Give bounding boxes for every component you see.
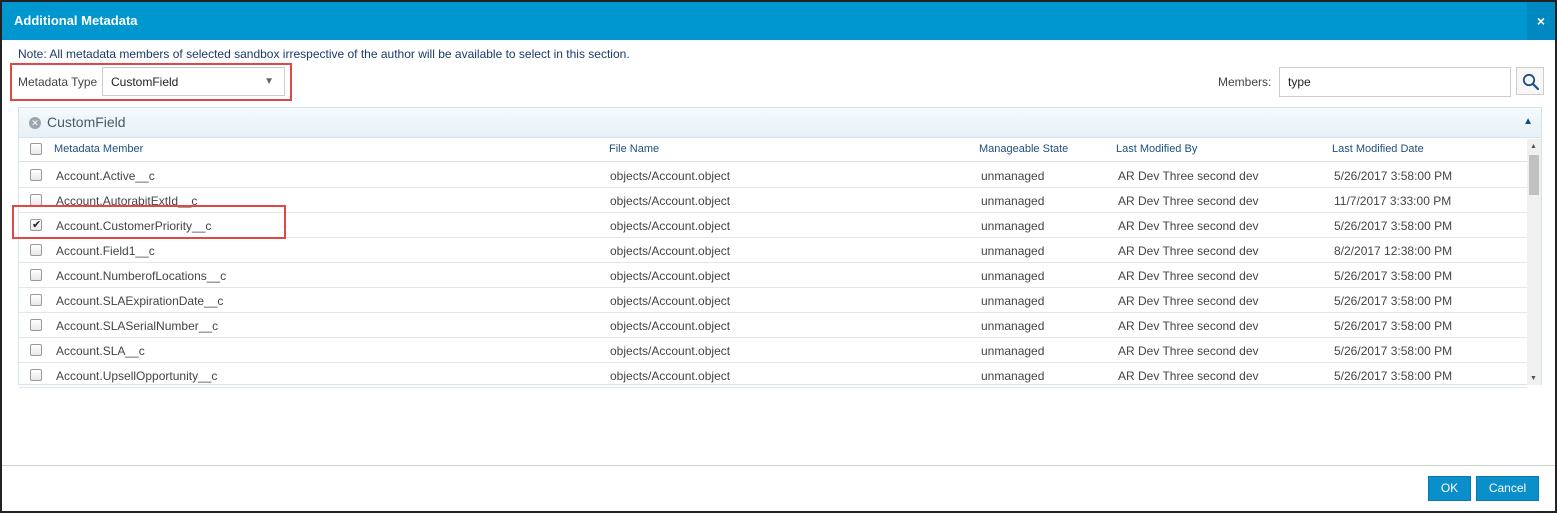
panel-title: CustomField bbox=[47, 114, 126, 130]
cell-metadata-member: Account.Active__c bbox=[56, 169, 155, 183]
column-header-last-modified-by[interactable]: Last Modified By bbox=[1116, 143, 1197, 155]
table-row[interactable]: Account.SLASerialNumber__c objects/Accoun… bbox=[19, 313, 1527, 338]
cell-manageable-state: unmanaged bbox=[981, 294, 1045, 308]
table-row[interactable]: Account.NumberofLocations__c objects/Acco… bbox=[19, 263, 1527, 288]
cell-manageable-state: unmanaged bbox=[981, 169, 1045, 183]
cell-last-modified-date: 5/26/2017 3:58:00 PM bbox=[1334, 269, 1453, 283]
cancel-button[interactable]: Cancel bbox=[1476, 476, 1539, 501]
scroll-down-icon[interactable]: ▼ bbox=[1530, 375, 1537, 382]
table-row[interactable]: Account.SLA__c objects/Account.object unma… bbox=[19, 338, 1527, 363]
row-checkbox[interactable] bbox=[30, 294, 42, 306]
cell-last-modified-by: AR Dev Three second dev bbox=[1118, 294, 1259, 308]
column-header-manageable-state[interactable]: Manageable State bbox=[979, 143, 1068, 155]
cell-last-modified-date: 5/26/2017 3:58:00 PM bbox=[1334, 169, 1453, 183]
collapse-up-icon[interactable]: ▲ bbox=[1523, 116, 1533, 127]
cell-last-modified-by: AR Dev Three second dev bbox=[1118, 194, 1259, 208]
cell-last-modified-date: 8/2/2017 12:38:00 PM bbox=[1334, 244, 1453, 258]
cell-metadata-member: Account.SLA__c bbox=[56, 344, 145, 358]
cell-last-modified-by: AR Dev Three second dev bbox=[1118, 369, 1259, 383]
metadata-type-label: Metadata Type bbox=[18, 75, 98, 89]
cell-file-name: objects/Account.object bbox=[610, 294, 731, 308]
note-text: Note: All metadata members of selected s… bbox=[18, 47, 630, 61]
customfield-panel: ✕ CustomField ▲ Metadata Member File Nam… bbox=[18, 107, 1542, 388]
additional-metadata-dialog: Additional Metadata × Note: All metadata… bbox=[0, 0, 1557, 513]
cell-metadata-member: Account.UpsellOpportunity__c bbox=[56, 369, 218, 383]
column-header-file-name[interactable]: File Name bbox=[609, 143, 659, 155]
cell-manageable-state: unmanaged bbox=[981, 369, 1045, 383]
cell-manageable-state: unmanaged bbox=[981, 319, 1045, 333]
select-all-checkbox[interactable] bbox=[30, 143, 42, 155]
table-row[interactable]: Account.Field1__c objects/Account.object u… bbox=[19, 238, 1527, 263]
cell-last-modified-by: AR Dev Three second dev bbox=[1118, 244, 1259, 258]
cell-metadata-member: Account.SLAExpirationDate__c bbox=[56, 294, 224, 308]
cell-file-name: objects/Account.object bbox=[610, 269, 731, 283]
cell-file-name: objects/Account.object bbox=[610, 369, 731, 383]
cell-metadata-member: Account.NumberofLocations__c bbox=[56, 269, 227, 283]
table-row[interactable]: Account.SLAExpirationDate__c objects/Acco… bbox=[19, 288, 1527, 313]
metadata-type-value: CustomField bbox=[111, 75, 179, 89]
search-button[interactable] bbox=[1516, 67, 1544, 95]
row-checkbox[interactable] bbox=[30, 319, 42, 331]
vertical-scrollbar[interactable]: ▲ ▼ bbox=[1527, 139, 1541, 385]
members-label: Members: bbox=[1218, 75, 1272, 89]
column-header-last-modified-date[interactable]: Last Modified Date bbox=[1332, 143, 1424, 155]
cell-last-modified-by: AR Dev Three second dev bbox=[1118, 269, 1259, 283]
cell-last-modified-date: 5/26/2017 3:58:00 PM bbox=[1334, 294, 1453, 308]
cell-manageable-state: unmanaged bbox=[981, 219, 1045, 233]
dialog-title: Additional Metadata bbox=[14, 13, 138, 28]
row-checkbox[interactable] bbox=[30, 369, 42, 381]
cell-file-name: objects/Account.object bbox=[610, 194, 731, 208]
cell-manageable-state: unmanaged bbox=[981, 194, 1045, 208]
cell-last-modified-date: 5/26/2017 3:58:00 PM bbox=[1334, 219, 1453, 233]
cell-last-modified-date: 5/26/2017 3:58:00 PM bbox=[1334, 344, 1453, 358]
cell-last-modified-by: AR Dev Three second dev bbox=[1118, 169, 1259, 183]
scroll-up-icon[interactable]: ▲ bbox=[1530, 143, 1537, 150]
cell-file-name: objects/Account.object bbox=[610, 219, 731, 233]
ok-button[interactable]: OK bbox=[1428, 476, 1471, 501]
search-icon bbox=[1522, 73, 1540, 91]
cell-manageable-state: unmanaged bbox=[981, 344, 1045, 358]
cell-file-name: objects/Account.object bbox=[610, 344, 731, 358]
selected-row-highlight bbox=[12, 205, 286, 239]
cell-last-modified-by: AR Dev Three second dev bbox=[1118, 319, 1259, 333]
cell-file-name: objects/Account.object bbox=[610, 169, 731, 183]
row-checkbox[interactable] bbox=[30, 169, 42, 181]
column-header-metadata-member[interactable]: Metadata Member bbox=[54, 143, 143, 155]
scrollbar-thumb[interactable] bbox=[1529, 155, 1539, 195]
cell-last-modified-date: 5/26/2017 3:58:00 PM bbox=[1334, 319, 1453, 333]
cell-last-modified-date: 5/26/2017 3:58:00 PM bbox=[1334, 369, 1453, 383]
footer-divider bbox=[2, 465, 1555, 466]
members-search-input[interactable] bbox=[1279, 67, 1511, 97]
dialog-titlebar: Additional Metadata × bbox=[2, 2, 1555, 40]
table-row[interactable]: Account.UpsellOpportunity__c objects/Acco… bbox=[19, 363, 1527, 388]
caret-down-icon: ▼ bbox=[264, 76, 274, 87]
metadata-type-select[interactable]: CustomField ▼ bbox=[102, 67, 285, 96]
cell-last-modified-by: AR Dev Three second dev bbox=[1118, 344, 1259, 358]
cell-metadata-member: Account.Field1__c bbox=[56, 244, 155, 258]
cell-last-modified-date: 11/7/2017 3:33:00 PM bbox=[1334, 194, 1452, 208]
cell-file-name: objects/Account.object bbox=[610, 319, 731, 333]
table-row[interactable]: Account.Active__c objects/Account.object u… bbox=[19, 163, 1527, 188]
cell-file-name: objects/Account.object bbox=[610, 244, 731, 258]
cell-manageable-state: unmanaged bbox=[981, 244, 1045, 258]
row-checkbox[interactable] bbox=[30, 344, 42, 356]
panel-header: ✕ CustomField ▲ bbox=[19, 108, 1541, 138]
cell-metadata-member: Account.SLASerialNumber__c bbox=[56, 319, 219, 333]
grid-header: Metadata Member File Name Manageable Sta… bbox=[19, 138, 1541, 162]
close-icon[interactable]: × bbox=[1527, 2, 1555, 40]
row-checkbox[interactable] bbox=[30, 244, 42, 256]
cell-last-modified-by: AR Dev Three second dev bbox=[1118, 219, 1259, 233]
remove-icon[interactable]: ✕ bbox=[29, 117, 41, 129]
row-checkbox[interactable] bbox=[30, 269, 42, 281]
cell-manageable-state: unmanaged bbox=[981, 269, 1045, 283]
